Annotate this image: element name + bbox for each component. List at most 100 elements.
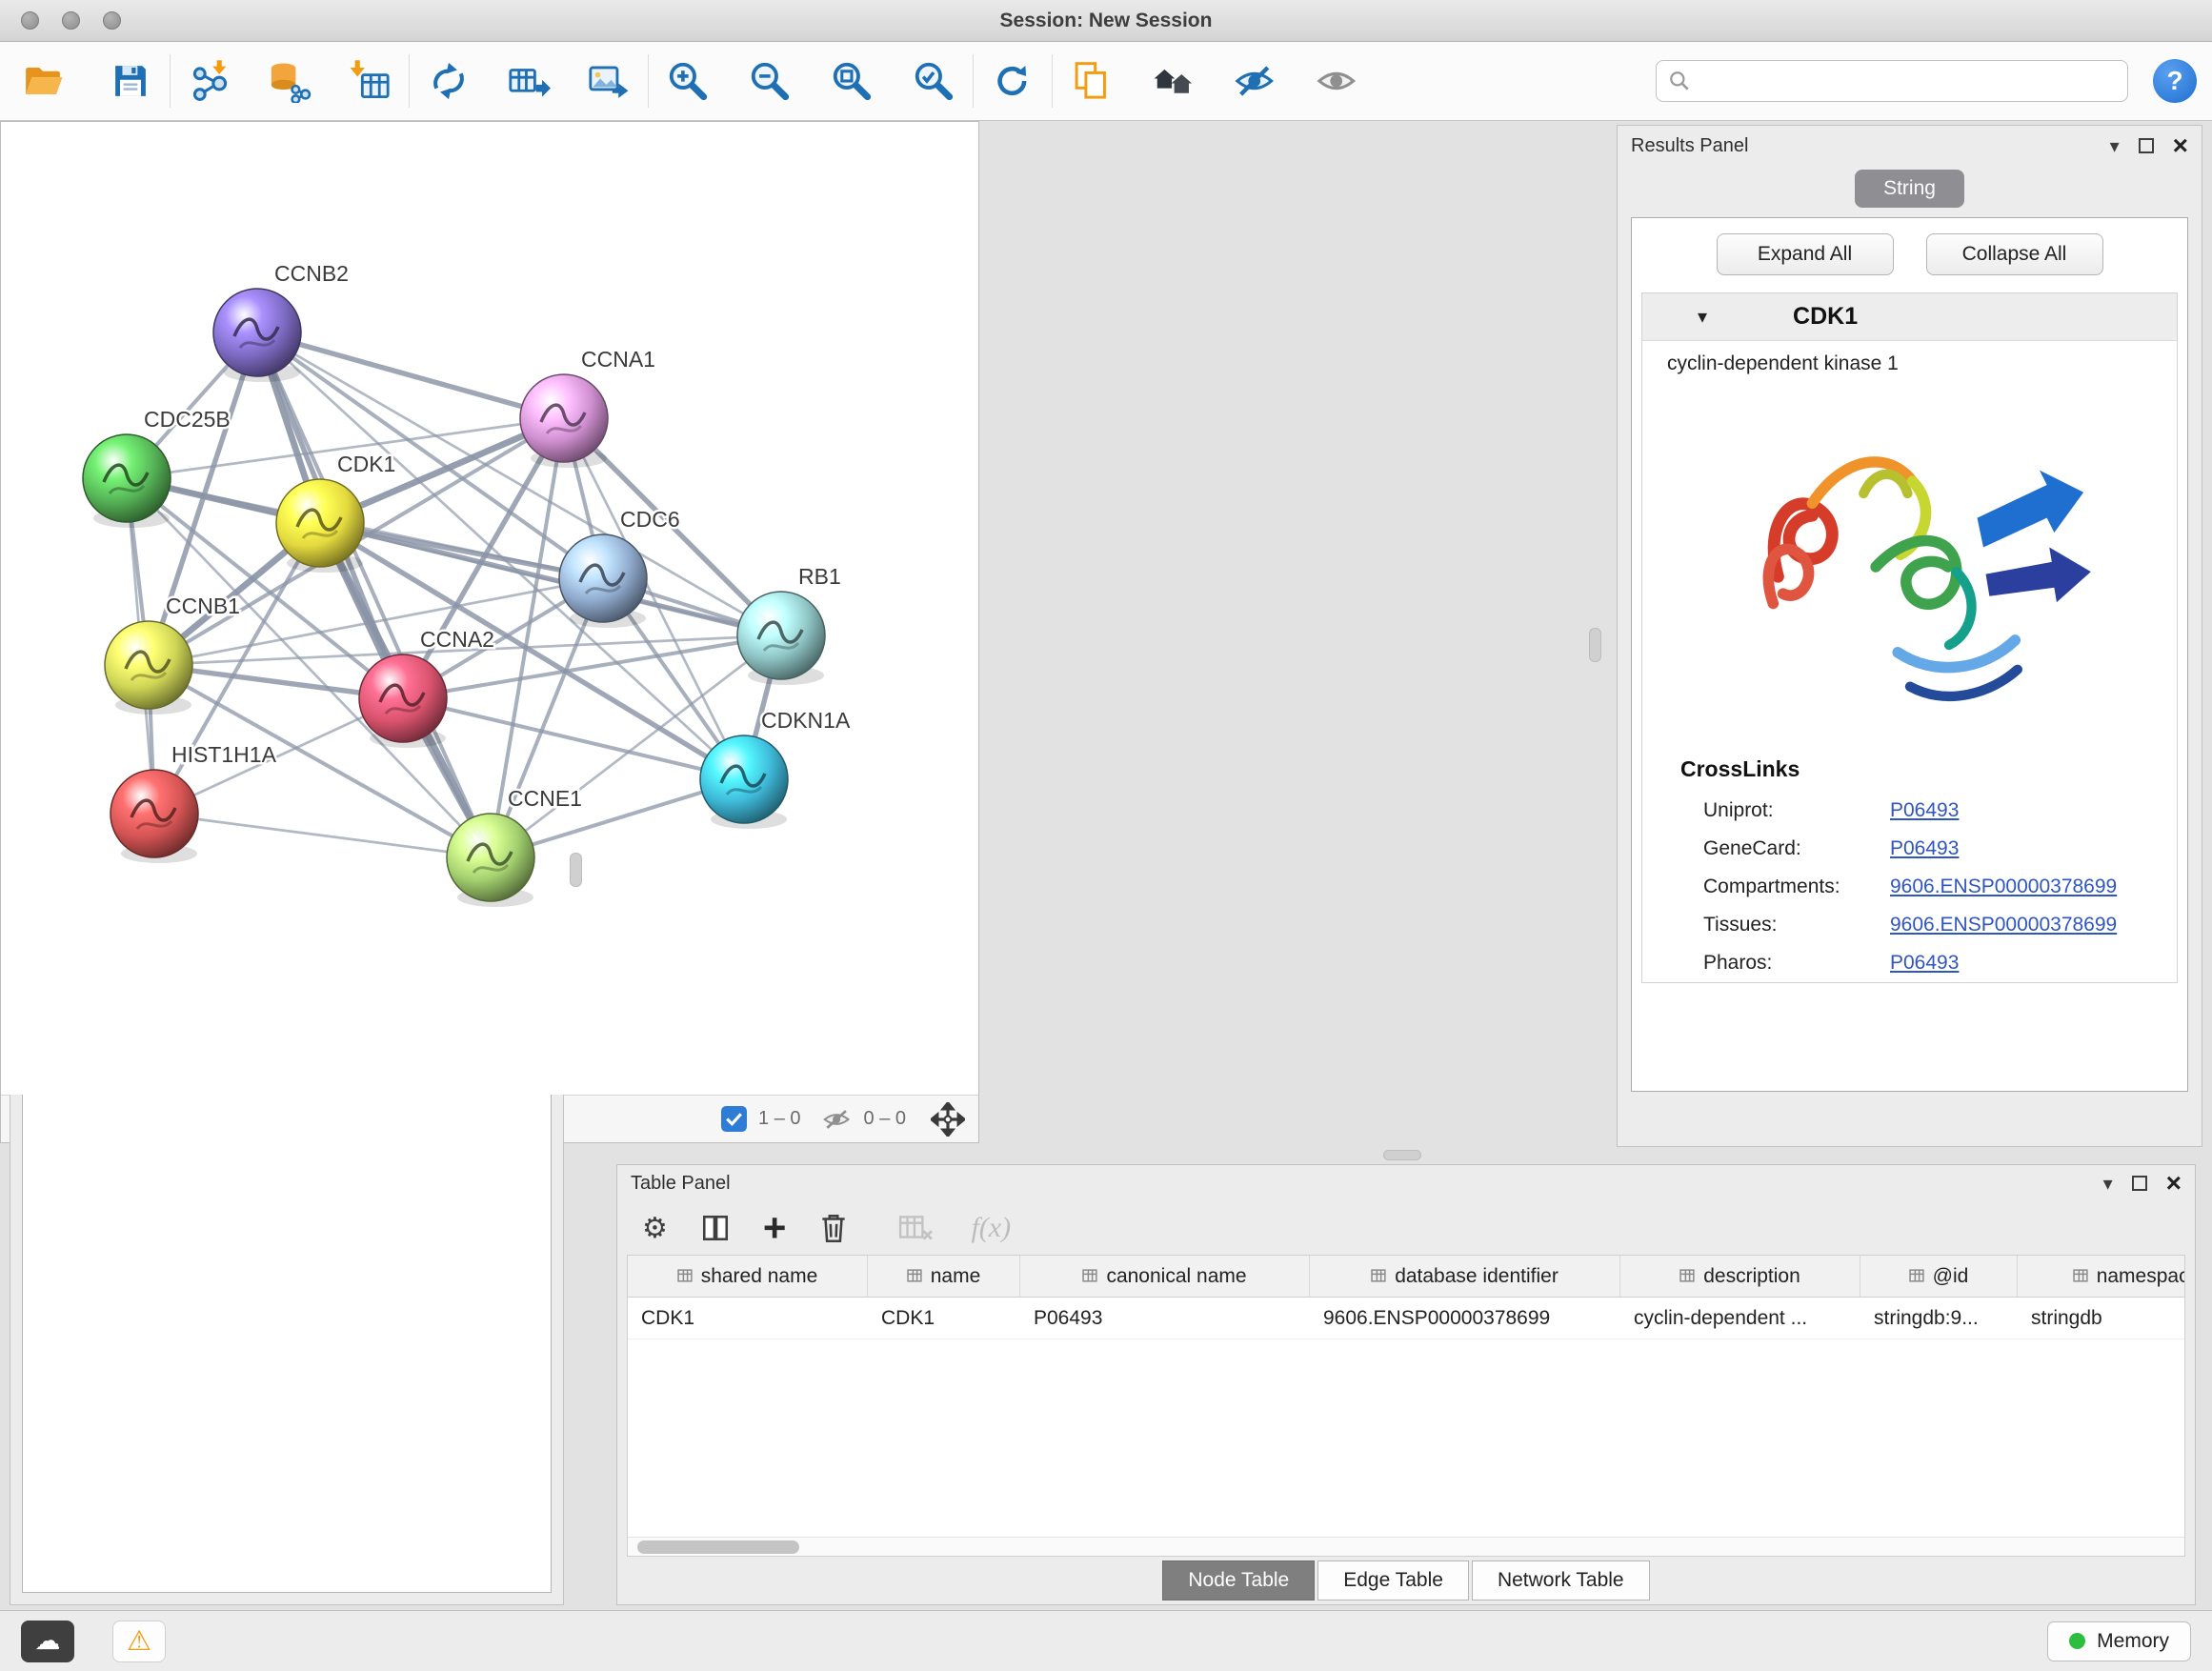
gene-symbol: CDK1 [1793,303,1858,331]
splitter-handle[interactable] [570,853,582,887]
column-header-database-identifier[interactable]: database identifier [1310,1256,1620,1297]
tab-node-table[interactable]: Node Table [1162,1560,1315,1601]
copy-button[interactable] [1064,53,1119,109]
panel-menu-icon[interactable]: ▾ [2110,134,2120,158]
close-window-button[interactable] [21,11,39,30]
crosslink-link[interactable]: 9606.ENSP00000378699 [1890,914,2117,936]
table-cell[interactable]: P06493 [1020,1298,1310,1339]
network-node-ccnb1[interactable] [105,621,192,715]
network-node-cdkn1a[interactable] [700,735,788,829]
expand-all-button[interactable]: Expand All [1717,233,1894,275]
delete-column-trash-icon[interactable] [818,1211,849,1245]
column-header-canonical-name[interactable]: canonical name [1020,1256,1310,1297]
cloud-status-button[interactable]: ☁ [21,1621,74,1662]
network-node-hist1h1a[interactable] [111,770,198,863]
import-network-file-button[interactable] [182,53,237,109]
network-canvas[interactable]: CCNB2CCNA1CDC25BCDK1CDC6RB1CCNB1CCNA2CDK… [1,122,978,1095]
horizontal-scrollbar[interactable] [628,1537,2184,1556]
section-caret-icon[interactable]: ▾ [1642,305,1707,329]
home-button[interactable] [1146,53,1201,109]
network-node-rb1[interactable] [737,592,825,685]
table-cell[interactable]: CDK1 [628,1298,868,1339]
network-node-ccne1[interactable] [447,814,534,907]
column-header-namespace[interactable]: namespace [2018,1256,2185,1297]
splitter-handle[interactable] [1383,1150,1421,1160]
import-network-database-button[interactable] [262,53,317,109]
database-import-icon [268,59,312,103]
close-panel-icon[interactable]: × [2173,132,2188,159]
zoom-out-button[interactable] [742,53,797,109]
table-cell[interactable]: CDK1 [868,1298,1020,1339]
float-panel-icon[interactable] [2139,138,2154,153]
clone-network-button[interactable] [421,53,476,109]
main-toolbar: ? [0,42,2212,121]
import-table-button[interactable] [342,53,397,109]
table-row[interactable]: CDK1CDK1P064939606.ENSP00000378699cyclin… [628,1298,2184,1339]
network-node-cdc6[interactable] [559,534,647,628]
save-session-button[interactable] [103,53,158,109]
network-node-cdc25b[interactable] [83,434,171,528]
hidden-eye-slash-icon[interactable] [822,1104,853,1135]
table-cell[interactable]: 9606.ENSP00000378699 [1310,1298,1620,1339]
results-panel-title: Results Panel [1631,135,1748,157]
network-node-ccna1[interactable] [520,374,608,468]
add-column-icon[interactable]: + [763,1208,787,1248]
table-cell[interactable]: cyclin-dependent ... [1620,1298,1860,1339]
crosslink-link[interactable]: P06493 [1890,952,1959,975]
search-box[interactable] [1656,60,2128,102]
tab-edge-table[interactable]: Edge Table [1317,1560,1469,1601]
memory-button[interactable]: Memory [2047,1621,2191,1661]
tab-string[interactable]: String [1855,170,1964,208]
column-header-description[interactable]: description [1620,1256,1860,1297]
column-header-name[interactable]: name [868,1256,1020,1297]
column-header-shared-name[interactable]: shared name [628,1256,868,1297]
fit-content-crosshair-icon[interactable] [931,1102,965,1137]
float-panel-icon[interactable] [2132,1176,2147,1191]
export-image-button[interactable] [581,53,636,109]
zoom-fit-button[interactable] [824,53,879,109]
table-panel-title: Table Panel [631,1173,731,1195]
table-cell[interactable]: stringdb:9... [1860,1298,2018,1339]
zoom-fit-icon [830,59,874,103]
search-input[interactable] [1699,70,2116,92]
open-session-button[interactable] [15,53,70,109]
panel-menu-icon[interactable]: ▾ [2103,1172,2113,1196]
close-panel-icon[interactable]: × [2166,1170,2182,1197]
window-title: Session: New Session [0,10,2212,32]
status-bar: ☁ ⚠ Memory [0,1610,2212,1671]
zoom-selected-icon [912,59,955,103]
zoom-in-button[interactable] [660,53,715,109]
node-label: CCNB2 [274,261,349,286]
show-columns-icon[interactable] [700,1213,731,1243]
hide-selected-button[interactable] [1228,53,1283,109]
crosslink-row: Compartments:9606.ENSP00000378699 [1642,868,2177,906]
crosslink-link[interactable]: P06493 [1890,799,1959,822]
memory-label: Memory [2097,1630,2169,1653]
network-edge[interactable] [257,332,491,857]
network-edge[interactable] [154,814,491,857]
warnings-button[interactable]: ⚠ [112,1621,166,1662]
zoom-window-button[interactable] [103,11,121,30]
zoom-selected-button[interactable] [906,53,961,109]
network-node-cdk1[interactable] [276,479,364,573]
network-edge[interactable] [403,698,744,779]
crosslink-link[interactable]: P06493 [1890,837,1959,860]
table-cell[interactable]: stringdb [2018,1298,2185,1339]
minimize-window-button[interactable] [62,11,80,30]
node-label: CDK1 [337,452,395,476]
show-all-button[interactable] [1310,53,1365,109]
collapse-all-button[interactable]: Collapse All [1926,233,2103,275]
help-button[interactable]: ? [2153,59,2197,103]
table-settings-gear-icon[interactable]: ⚙ [642,1212,668,1245]
network-graph[interactable]: CCNB2CCNA1CDC25BCDK1CDC6RB1CCNB1CCNA2CDK… [1,122,978,1089]
splitter-handle[interactable] [1589,628,1601,662]
column-header--id[interactable]: @id [1860,1256,2018,1297]
apply-layout-button[interactable] [985,53,1040,109]
tab-network-table[interactable]: Network Table [1472,1560,1650,1601]
gene-section-header[interactable]: ▾ CDK1 [1642,293,2177,341]
export-table-button[interactable] [501,53,556,109]
selected-checkbox-icon[interactable] [721,1106,747,1132]
scrollbar-thumb[interactable] [637,1540,799,1554]
crosslink-link[interactable]: 9606.ENSP00000378699 [1890,876,2117,898]
node-label: HIST1H1A [171,742,277,767]
